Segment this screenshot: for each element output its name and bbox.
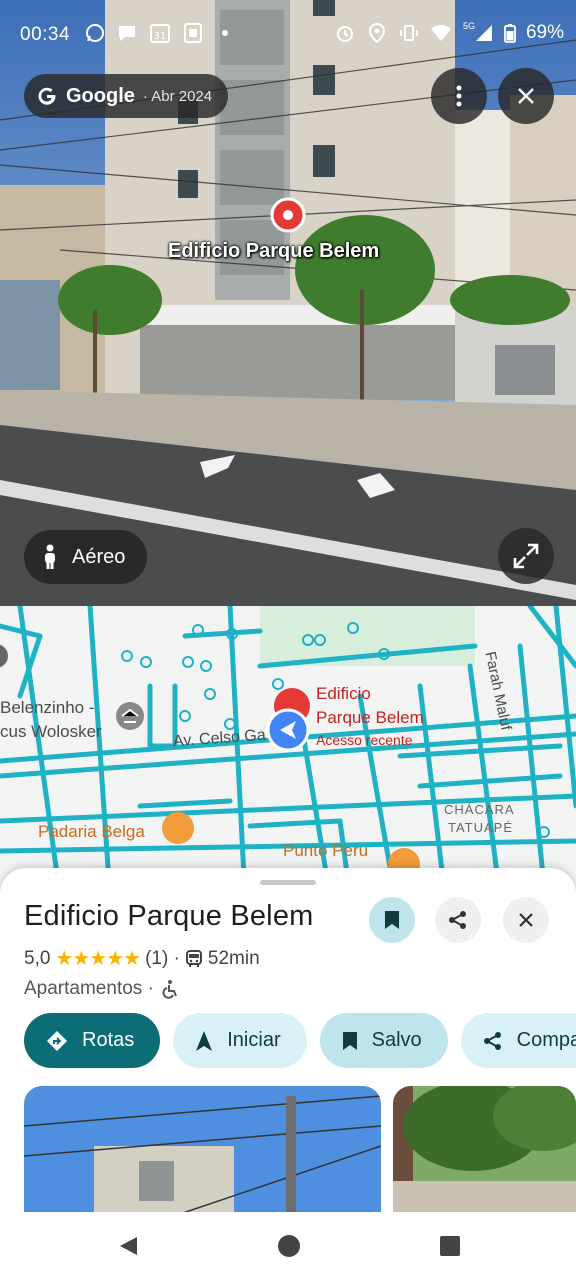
recents-button[interactable] (438, 1234, 462, 1258)
navigation-arrow-icon (196, 1030, 213, 1051)
transit-bus-icon (185, 949, 202, 967)
whatsapp-icon (84, 22, 106, 44)
map-label-wolosker: cus Wolosker (0, 722, 102, 741)
photos-carousel[interactable] (24, 1086, 576, 1216)
calendar-day: 31 (154, 31, 167, 42)
map-place-name-line2: Parque Belem (316, 708, 424, 727)
vibrate-icon (398, 22, 420, 44)
place-overlay-label: Edificio Parque Belem (168, 240, 380, 262)
sheet-drag-handle[interactable] (260, 880, 316, 885)
share-button[interactable]: Compartilhar (460, 1013, 576, 1068)
action-buttons-row: Rotas Iniciar Salvo Compartilhar (24, 1013, 576, 1068)
wifi-icon (430, 22, 452, 44)
close-icon (518, 88, 534, 104)
category-row: Apartamentos · (24, 978, 178, 1000)
map-place-name-line1: Edificio (316, 684, 371, 703)
photo-thumbnail[interactable] (393, 1086, 576, 1216)
more-vert-icon (456, 85, 462, 107)
map-label-chacara: CHÁCARA (444, 802, 515, 817)
status-time: 00:34 (20, 24, 71, 45)
pegman-icon (45, 544, 55, 569)
signal-icon: 5G (462, 21, 494, 44)
network-type: 5G (462, 21, 475, 31)
system-navigation-bar (0, 1212, 576, 1280)
saved-label: Salvo (371, 1029, 422, 1051)
recents-square-icon (440, 1236, 460, 1256)
google-logo-icon (36, 85, 58, 107)
fullscreen-button[interactable] (498, 528, 554, 584)
chat-bubble-icon (116, 22, 138, 44)
close-street-view-button[interactable] (498, 68, 554, 124)
more-options-button[interactable] (431, 68, 487, 124)
directions-label: Rotas (82, 1029, 135, 1051)
saved-header-button[interactable] (369, 897, 415, 943)
review-count[interactable]: (1) · (145, 948, 180, 970)
map-label-belenzinho: Belenzinho - (0, 698, 95, 717)
place-pin-icon[interactable] (270, 197, 306, 233)
map-label-padaria[interactable]: Padaria Belga (38, 822, 145, 842)
home-button[interactable] (277, 1234, 301, 1258)
bookmark-filled-icon (342, 1031, 357, 1050)
map-label-punto-peru[interactable]: Punto Peru (283, 841, 368, 861)
map-label-tatuape: TATUAPÉ (448, 820, 514, 835)
provider-name: Google (66, 84, 135, 107)
directions-icon (47, 1030, 67, 1051)
back-button[interactable] (116, 1234, 140, 1258)
share-header-button[interactable] (435, 897, 481, 943)
battery-icon (504, 22, 516, 44)
start-label: Iniciar (227, 1029, 281, 1051)
my-location-arrow-icon[interactable] (266, 708, 310, 752)
place-category: Apartamentos · (24, 978, 154, 999)
aerial-view-button[interactable]: Aéreo (24, 530, 148, 584)
start-navigation-button[interactable]: Iniciar (173, 1013, 307, 1068)
saved-button[interactable]: Salvo (319, 1013, 448, 1068)
wheelchair-accessible-icon (162, 980, 177, 999)
photo-thumbnail[interactable] (24, 1086, 381, 1216)
back-triangle-icon (120, 1237, 137, 1255)
rating-stars: ★★★★★ (55, 948, 141, 970)
bookmark-filled-icon (385, 911, 399, 929)
rating-value: 5,0 (24, 947, 51, 969)
close-icon (519, 913, 533, 927)
directions-button[interactable]: Rotas (24, 1013, 161, 1068)
share-icon (483, 1031, 501, 1050)
map-view[interactable]: Belenzinho - cus Wolosker Av. Celso Ga P… (0, 606, 576, 896)
place-title: Edificio Parque Belem (24, 900, 314, 932)
share-label: Compartilhar (516, 1029, 576, 1051)
battery-percent: 69% (525, 22, 564, 43)
share-icon (449, 911, 466, 929)
map-recent-access: Acesso recente (316, 732, 413, 748)
imagery-date: · Abr 2024 (142, 87, 213, 105)
location-icon (366, 22, 388, 44)
imagery-source-pill[interactable]: Google · Abr 2024 (24, 74, 229, 118)
dot-icon (214, 22, 236, 44)
calendar-icon: 31 (148, 22, 172, 44)
alarm-icon (334, 22, 356, 44)
expand-icon (513, 543, 539, 569)
home-circle-icon (278, 1235, 300, 1257)
close-sheet-button[interactable] (503, 897, 549, 943)
status-bar: 00:34 31 5G 69% (0, 0, 576, 70)
transit-time: 52min (207, 947, 260, 969)
aerial-view-label: Aéreo (72, 545, 126, 568)
street-view-panel[interactable]: 00:34 31 5G 69% Google · Abr 2024 Edific… (0, 0, 576, 606)
rating-row: 5,0 ★★★★★ (1) · 52min (24, 946, 260, 971)
sheets-icon (182, 22, 204, 44)
